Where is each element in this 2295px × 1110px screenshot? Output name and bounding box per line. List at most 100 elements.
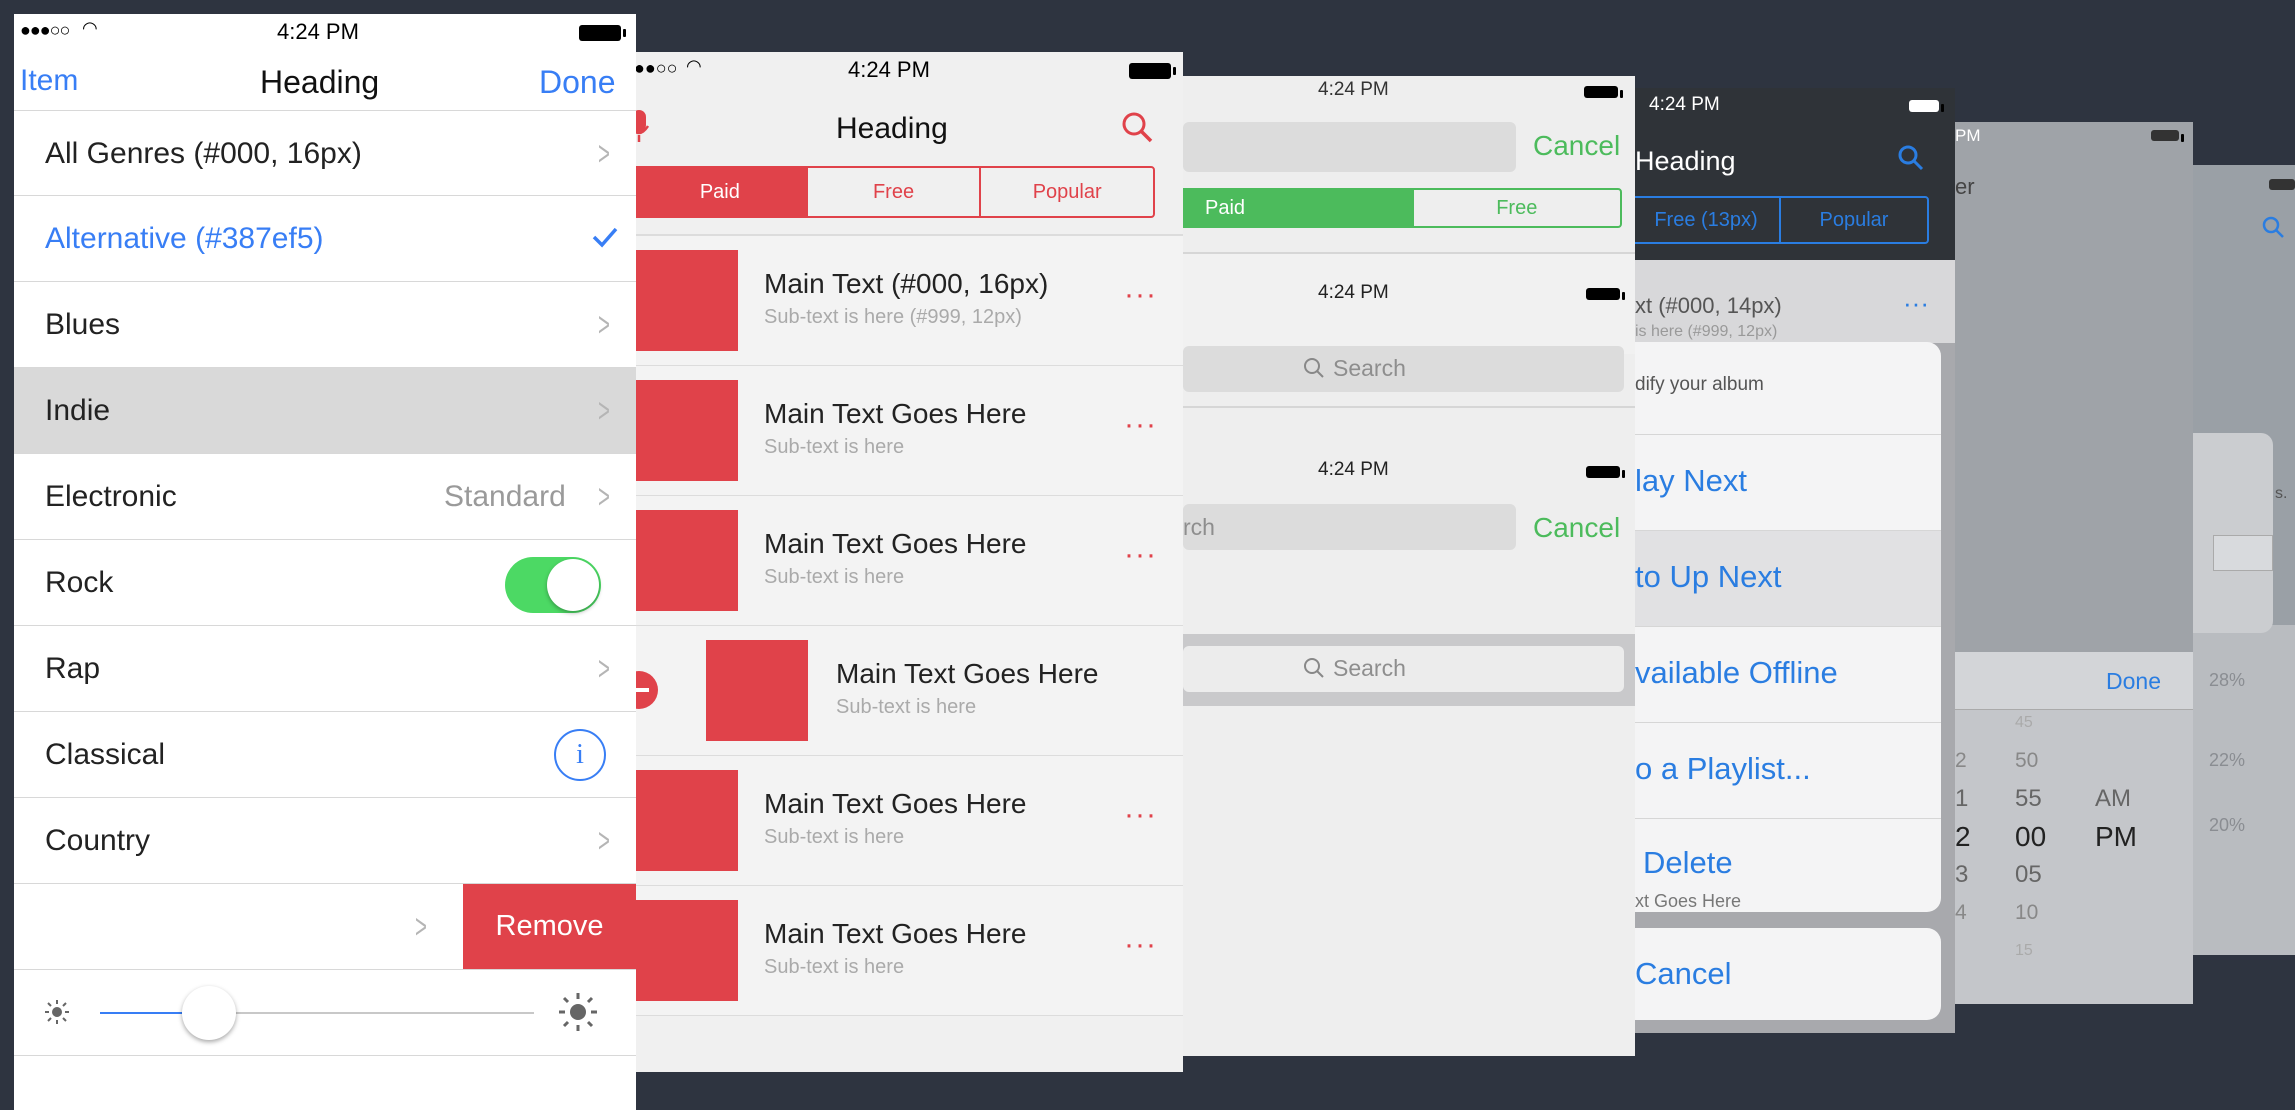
more-icon[interactable]: ··· (1124, 928, 1157, 962)
picker-row[interactable]: 2 50 (1955, 742, 2193, 780)
time-picker[interactable]: 45 2 50 1 55 AM 2 00 PM 3 05 4 10 15 (1955, 714, 2193, 1004)
row-label: Rap (45, 652, 101, 685)
list-item[interactable]: Main Text Goes Here Sub-text is here ··· (636, 886, 1183, 1016)
genre-row-blues[interactable]: Blues > (14, 282, 636, 368)
search-header-2: 4:24 PM (1183, 254, 1635, 354)
status-time: 4:24 PM (1318, 282, 1389, 303)
list-item[interactable]: Main Text Goes Here Sub-text is here ··· (636, 366, 1183, 496)
picker-minute: 10 (2015, 901, 2039, 924)
battery-icon (1909, 100, 1944, 112)
search-screen: 4:24 PM Cancel Paid Free 4:24 PM Search … (1183, 76, 1635, 1056)
swipe-row[interactable]: > Remove (14, 884, 636, 970)
picker-hour: 1 (1955, 785, 1969, 812)
delete-icon[interactable] (636, 671, 658, 709)
rock-toggle[interactable] (505, 557, 601, 613)
action-label: Delete (1643, 845, 1733, 880)
picker-row[interactable]: 45 (1955, 704, 2193, 742)
thumbnail (636, 900, 738, 1001)
item-sub-text: Sub-text is here (764, 956, 905, 978)
row-label: All Genres (#000, 16px) (45, 137, 362, 170)
picker-row[interactable]: 2 00 PM (1955, 818, 2193, 856)
behind-text: xt Goes Here (1635, 891, 1742, 911)
item-main-text: Main Text (#000, 16px) (764, 268, 1049, 299)
item-main-text: Main Text Goes Here (764, 788, 1027, 819)
segment-control: Paid Free Popular (636, 166, 1155, 218)
tab-free[interactable]: Free (808, 168, 982, 216)
item-sub-text: Sub-text is here (836, 696, 977, 718)
edge-mark: s. (2275, 485, 2288, 502)
action-label: o a Playlist... (1635, 751, 1811, 786)
search-bar-container: Search (1183, 634, 1635, 706)
status-time: 4:24 PM (1318, 459, 1389, 480)
more-icon[interactable]: ··· (1124, 408, 1157, 442)
done-button[interactable]: Done (539, 64, 616, 101)
alert-input[interactable] (2213, 535, 2273, 571)
tab-paid[interactable]: Paid (1183, 190, 1414, 226)
picker-row[interactable]: 15 (1955, 932, 2193, 970)
more-icon[interactable]: ··· (1124, 798, 1157, 832)
picker-row[interactable]: 3 05 (1955, 856, 2193, 894)
search-placeholder: Search (1333, 655, 1406, 681)
slider-knob[interactable] (182, 986, 236, 1040)
picker-hour: 3 (1955, 861, 1969, 888)
search-text: rch (1183, 514, 1215, 540)
search-icon[interactable] (2261, 215, 2285, 244)
tab-popular[interactable]: Popular (1781, 198, 1927, 242)
cancel-button[interactable]: Cancel (1635, 928, 1941, 1020)
search-icon[interactable] (1897, 144, 1925, 177)
more-icon[interactable]: ··· (1903, 288, 1929, 319)
item-button[interactable]: Item (20, 64, 78, 98)
search-icon (1303, 357, 1325, 384)
segment-control: Paid Free (1183, 188, 1622, 228)
action-make-available-offline[interactable]: vailable Offline (1635, 627, 1941, 722)
cancel-button[interactable]: Cancel (1533, 130, 1620, 162)
genre-row-electronic[interactable]: Electronic Standard > (14, 454, 636, 540)
info-icon[interactable]: i (554, 729, 606, 781)
signal-indicator: ●●●○○ (20, 20, 70, 40)
brightness-slider[interactable] (100, 986, 534, 1040)
genre-row-rock[interactable]: Rock (14, 540, 636, 626)
cancel-button[interactable]: Cancel (1533, 512, 1620, 544)
search-bar[interactable]: Search (1183, 346, 1624, 392)
search-icon[interactable] (1120, 110, 1154, 149)
tab-popular[interactable]: Popular (981, 168, 1153, 216)
action-add-to-up-next[interactable]: to Up Next (1635, 531, 1941, 626)
list-item[interactable]: Main Text Goes Here Sub-text is here ··· (636, 496, 1183, 626)
genre-row-rap[interactable]: Rap > (14, 626, 636, 712)
search-bar[interactable]: Search (1183, 646, 1624, 692)
picker-row[interactable]: 1 55 AM (1955, 780, 2193, 818)
row-label: Alternative (#387ef5) (45, 222, 324, 255)
genre-row-country[interactable]: Country > (14, 798, 636, 884)
picker-hour: 2 (1955, 821, 1971, 852)
nav-bar: Item Heading Done (14, 50, 636, 110)
list-item-editing[interactable]: Main Text Goes Here Sub-text is here (636, 626, 1183, 756)
genre-row-all[interactable]: All Genres (#000, 16px) > (14, 110, 636, 196)
tab-free[interactable]: Free (1414, 190, 1621, 226)
microphone-icon[interactable] (636, 108, 652, 149)
remove-button[interactable]: Remove (463, 884, 636, 969)
more-icon[interactable]: ··· (1124, 538, 1157, 572)
picker-minute: 45 (2015, 714, 2033, 731)
thumbnail (636, 380, 738, 481)
tab-paid[interactable]: Paid (636, 168, 808, 216)
more-icon[interactable]: ··· (1124, 278, 1157, 312)
search-input-active[interactable]: rch (1183, 504, 1516, 550)
action-add-to-playlist[interactable]: o a Playlist... (1635, 723, 1941, 818)
battery-icon (579, 25, 626, 41)
status-bar: ●●●○○ ◠ 4:24 PM (14, 18, 636, 48)
picker-row[interactable]: 4 10 (1955, 894, 2193, 932)
tab-free[interactable]: Free (13px) (1635, 198, 1781, 242)
done-button[interactable]: Done (2106, 668, 2161, 695)
percent-value: 28% (2209, 670, 2246, 690)
search-input[interactable] (1183, 122, 1516, 172)
list-item[interactable]: Main Text Goes Here Sub-text is here ··· (636, 756, 1183, 886)
picker-minute: 50 (2015, 749, 2039, 772)
genre-row-classical[interactable]: Classical i (14, 712, 636, 798)
genre-row-alternative[interactable]: Alternative (#387ef5) (14, 196, 636, 282)
status-time: PM (1955, 126, 1981, 145)
chevron-right-icon: > (597, 822, 610, 860)
action-play-next[interactable]: lay Next (1635, 435, 1941, 530)
genre-row-indie[interactable]: Indie > (14, 368, 636, 454)
battery-icon (1129, 63, 1176, 79)
list-item[interactable]: Main Text (#000, 16px) Sub-text is here … (636, 236, 1183, 366)
